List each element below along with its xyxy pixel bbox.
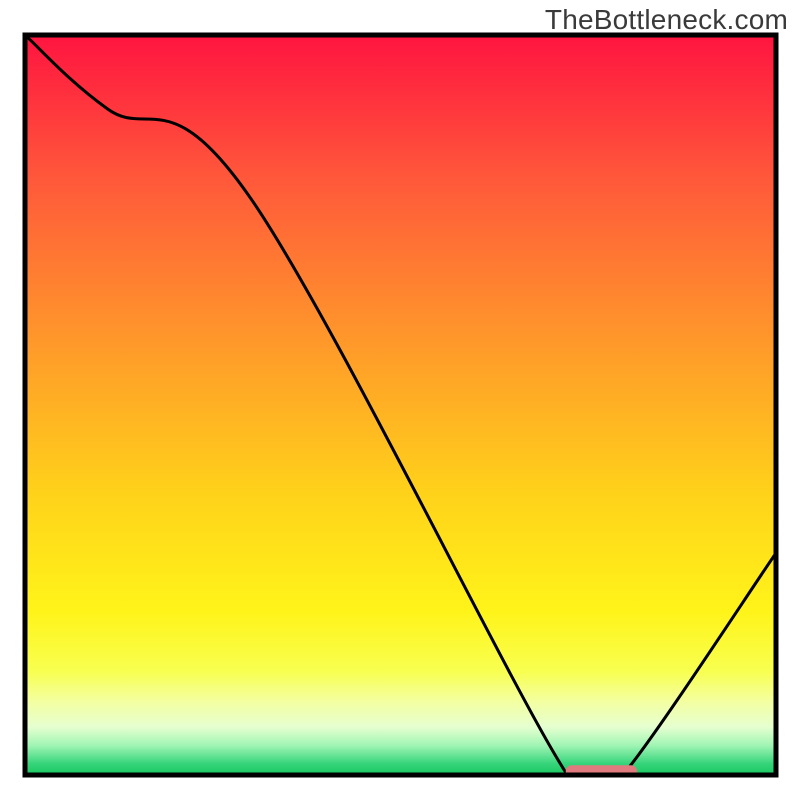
chart-frame: TheBottleneck.com (0, 0, 800, 800)
watermark-text: TheBottleneck.com (545, 4, 788, 36)
plot-background-gradient (25, 35, 776, 775)
chart-svg (0, 0, 800, 800)
